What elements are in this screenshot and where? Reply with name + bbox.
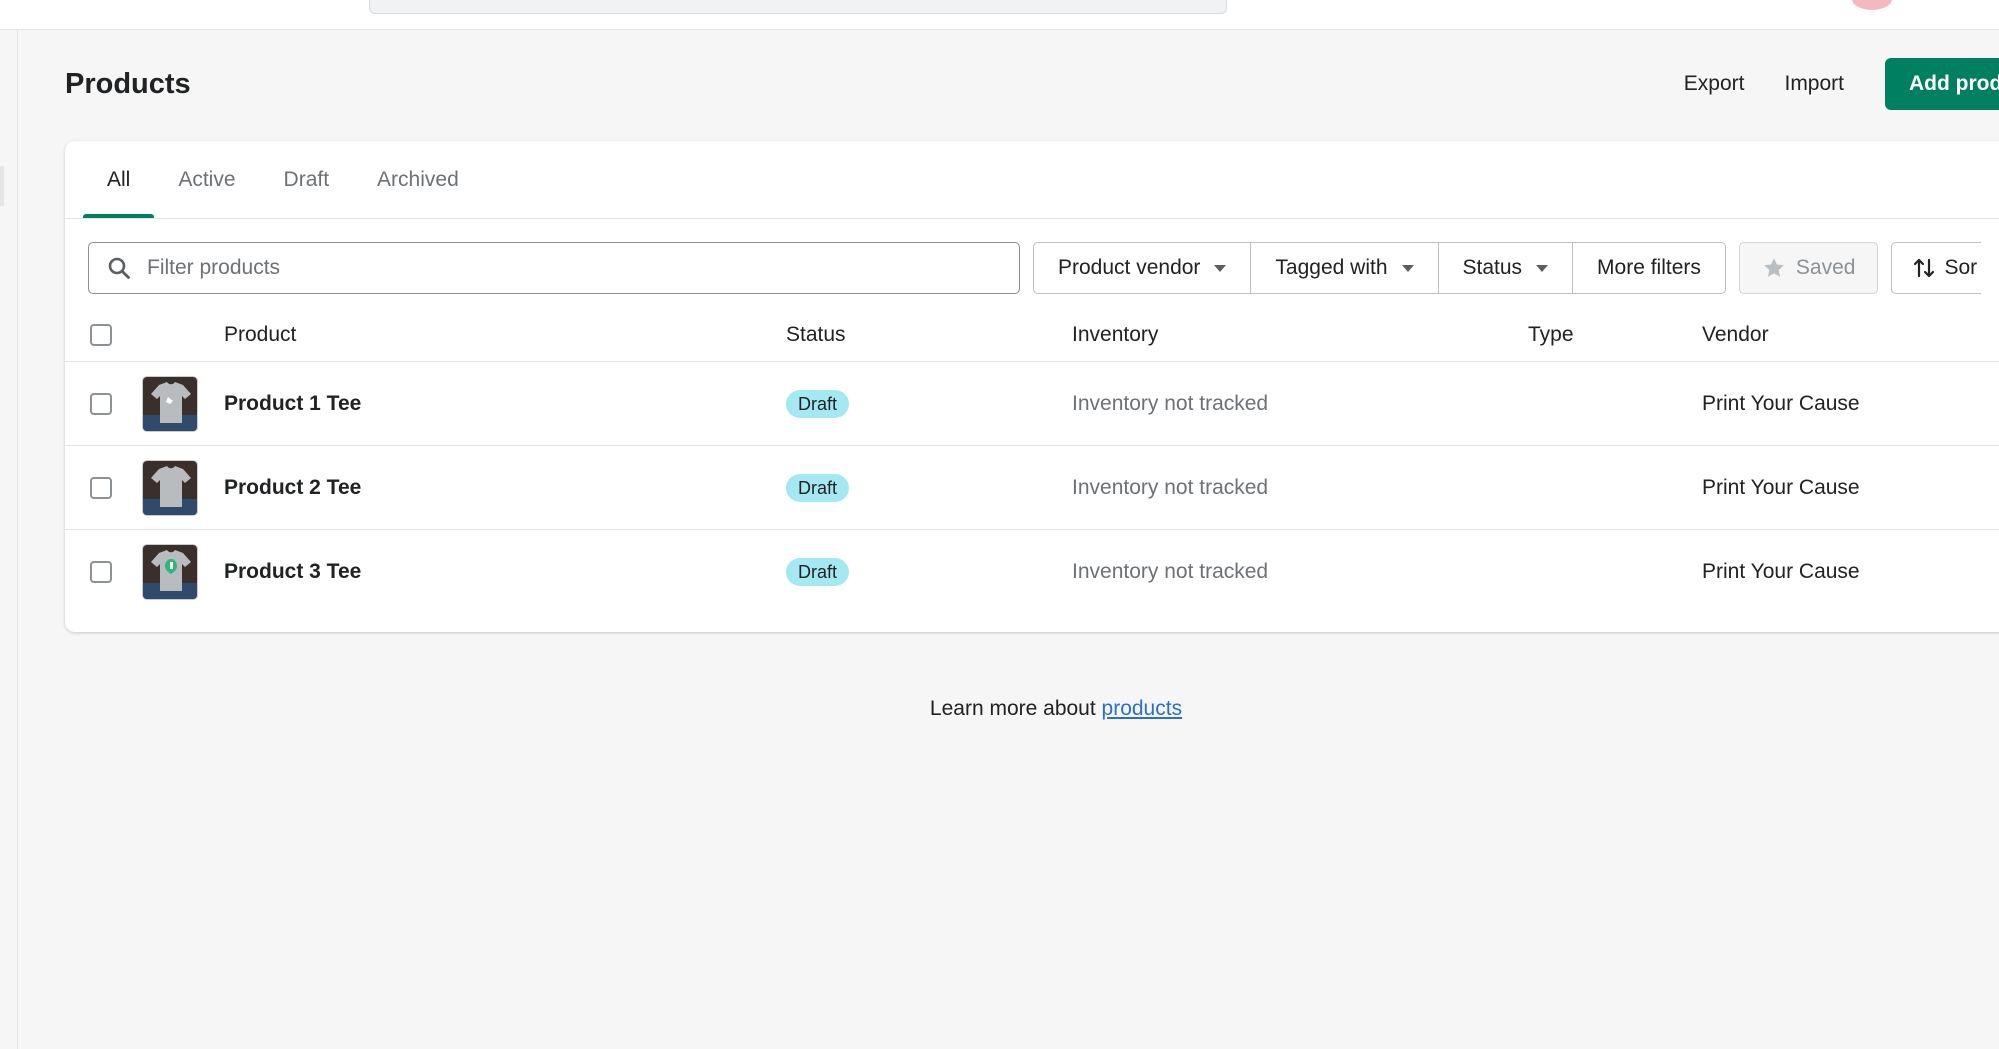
products-help-link[interactable]: products (1102, 697, 1183, 720)
export-button[interactable]: Export (1664, 58, 1765, 110)
add-product-button[interactable]: Add prod (1885, 58, 1999, 110)
tshirt-image-icon (143, 460, 197, 515)
inventory-value: Inventory not tracked (1072, 475, 1269, 499)
tab-all[interactable]: All (83, 141, 155, 218)
left-rail-handle[interactable] (0, 166, 4, 206)
column-header-inventory[interactable]: Inventory (1072, 323, 1158, 347)
status-badge-cell: Draft (786, 389, 850, 418)
caret-down-icon (1401, 264, 1414, 272)
table-row[interactable]: Product 3 Tee Draft Inventory not tracke… (65, 530, 1999, 613)
star-icon (1764, 258, 1784, 277)
products-table: Product Status Inventory Type Vendor Pro… (65, 309, 1999, 613)
user-avatar[interactable] (1852, 0, 1892, 10)
tagged-with-filter-label: Tagged with (1275, 256, 1388, 279)
filter-button-group: Product vendor Tagged with Status More f… (1033, 242, 1726, 294)
status-badge-cell: Draft (786, 557, 850, 586)
global-search-bar[interactable] (369, 0, 1227, 14)
status-badge: Draft (786, 557, 850, 586)
row-checkbox[interactable] (90, 560, 112, 583)
product-thumbnail[interactable] (142, 375, 198, 432)
header-actions: Export Import Add prod (1664, 58, 1999, 110)
table-row[interactable]: Product 1 Tee Draft Inventory not tracke… (65, 362, 1999, 446)
top-bar (0, 0, 1999, 30)
product-vendor-filter-label: Product vendor (1058, 256, 1201, 279)
more-filters-button[interactable]: More filters (1572, 242, 1726, 294)
tab-archived[interactable]: Archived (353, 141, 483, 218)
product-name[interactable]: Product 3 Tee (224, 560, 361, 584)
tab-archived-label: Archived (377, 167, 459, 191)
import-button[interactable]: Import (1764, 58, 1864, 110)
column-header-type[interactable]: Type (1528, 323, 1574, 347)
status-tabs: All Active Draft Archived (65, 141, 1999, 219)
vendor-value: Print Your Cause (1702, 475, 1860, 499)
status-filter-button[interactable]: Status (1437, 242, 1574, 294)
column-header-product[interactable]: Product (224, 323, 296, 347)
status-badge-cell: Draft (786, 473, 850, 502)
filter-products-input[interactable] (145, 255, 1009, 281)
tshirt-image-icon (143, 376, 197, 431)
tab-active[interactable]: Active (154, 141, 259, 218)
column-header-status[interactable]: Status (786, 323, 846, 347)
product-thumbnail[interactable] (142, 459, 198, 516)
products-card: All Active Draft Archived Product vendor… (65, 141, 1999, 632)
tab-active-label: Active (178, 167, 236, 191)
search-icon (108, 257, 130, 279)
filter-row: Product vendor Tagged with Status More f… (88, 241, 1982, 295)
table-row[interactable]: Product 2 Tee Draft Inventory not tracke… (65, 446, 1999, 530)
left-rail (0, 30, 18, 1049)
tagged-with-filter-button[interactable]: Tagged with (1250, 242, 1439, 294)
more-filters-label: More filters (1597, 256, 1701, 279)
product-name[interactable]: Product 1 Tee (224, 392, 361, 416)
status-badge: Draft (786, 389, 850, 418)
status-filter-label: Status (1462, 256, 1523, 279)
saved-button[interactable]: Saved (1738, 242, 1879, 294)
product-thumbnail[interactable] (142, 543, 198, 600)
learn-more-text: Learn more about (929, 697, 1102, 720)
select-all-checkbox[interactable] (90, 324, 112, 346)
sort-label: Sor (1944, 256, 1978, 279)
row-checkbox[interactable] (90, 476, 112, 499)
status-badge: Draft (786, 473, 850, 502)
tab-draft[interactable]: Draft (260, 141, 354, 218)
inventory-value: Inventory not tracked (1072, 559, 1269, 583)
tab-all-label: All (107, 167, 131, 191)
saved-label: Saved (1795, 256, 1856, 279)
column-header-vendor[interactable]: Vendor (1702, 323, 1769, 347)
row-checkbox[interactable] (90, 392, 112, 415)
vendor-value: Print Your Cause (1702, 559, 1860, 583)
sort-button[interactable]: Sor (1891, 242, 1982, 294)
tshirt-image-icon (143, 544, 197, 599)
caret-down-icon (1536, 264, 1549, 272)
caret-down-icon (1214, 264, 1227, 272)
product-name[interactable]: Product 2 Tee (224, 476, 361, 500)
table-header-row: Product Status Inventory Type Vendor (65, 309, 1999, 362)
learn-more-note: Learn more about products (0, 697, 1999, 721)
tab-draft-label: Draft (283, 167, 330, 191)
inventory-value: Inventory not tracked (1072, 391, 1269, 415)
filter-search-box[interactable] (88, 242, 1020, 294)
sort-arrows-icon (1914, 258, 1935, 278)
product-vendor-filter-button[interactable]: Product vendor (1033, 242, 1252, 294)
vendor-value: Print Your Cause (1702, 391, 1860, 415)
page-title: Products (65, 68, 191, 100)
